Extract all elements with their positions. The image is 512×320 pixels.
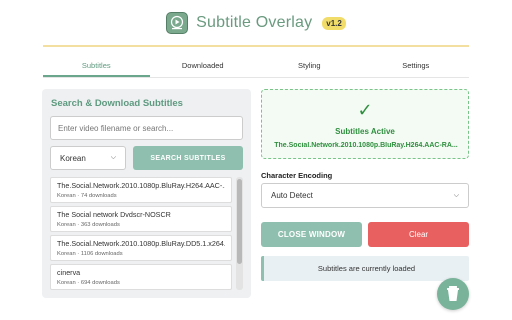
tab-downloaded[interactable]: Downloaded (150, 56, 257, 77)
encoding-select[interactable]: Auto Detect ⌵ (261, 183, 469, 208)
language-value: Korean (60, 153, 86, 163)
list-item[interactable]: cinerva Korean · 694 downloads (50, 264, 232, 290)
clear-button[interactable]: Clear (368, 222, 469, 247)
result-meta: Korean · 74 downloads (57, 193, 117, 199)
search-panel-title: Search & Download Subtitles (51, 98, 183, 109)
tab-settings[interactable]: Settings (363, 56, 470, 77)
search-panel: Search & Download Subtitles Korean ⌵ SEA… (42, 89, 251, 298)
tab-subtitles[interactable]: Subtitles (43, 56, 150, 77)
result-name: cinerva (57, 268, 81, 277)
encoding-value: Auto Detect (271, 191, 313, 200)
status-panel: ✓ Subtitles Active The.Social.Network.20… (261, 89, 469, 159)
app-title: Subtitle Overlay (196, 14, 313, 31)
list-item[interactable]: The Social network Dvdscr-NOSCR Korean ·… (50, 206, 232, 232)
play-subtitle-icon (166, 12, 189, 34)
check-icon: ✓ (357, 100, 373, 120)
coffee-cup-icon[interactable] (437, 278, 469, 310)
result-meta: Korean · 694 downloads (57, 280, 120, 286)
chevron-down-icon: ⌵ (453, 191, 459, 199)
header-divider (43, 45, 469, 47)
encoding-label: Character Encoding (261, 171, 333, 180)
scrollbar-thumb[interactable] (237, 179, 242, 264)
active-subtitle-file: The.Social.Network.2010.1080p.BluRay.H26… (274, 142, 458, 149)
result-name: The.Social.Network.2010.1080p.BluRay.H26… (57, 181, 225, 190)
list-item[interactable]: The.Social.Network.2010.1080p.BluRay.H26… (50, 177, 232, 203)
result-name: The Social network Dvdscr-NOSCR (57, 210, 171, 219)
version-badge: v1.2 (322, 16, 346, 30)
result-name: The.Social.Network.2010.1080p.BluRay.DD5… (57, 239, 225, 248)
result-meta: Korean · 363 downloads (57, 222, 120, 228)
tab-styling[interactable]: Styling (256, 56, 363, 77)
search-input[interactable] (50, 116, 243, 140)
search-subtitles-button[interactable]: SEARCH SUBTITLES (133, 146, 243, 170)
result-meta: Korean · 1106 downloads (57, 251, 123, 257)
language-select[interactable]: Korean ⌵ (50, 146, 126, 170)
results-list: The.Social.Network.2010.1080p.BluRay.H26… (50, 177, 243, 290)
close-window-button[interactable]: CLOSE WINDOW (261, 222, 362, 247)
tab-bar: Subtitles Downloaded Styling Settings (43, 56, 469, 78)
chevron-down-icon: ⌵ (110, 154, 116, 161)
loaded-status-message: Subtitles are currently loaded (261, 256, 469, 281)
list-item[interactable]: The.Social.Network.2010.1080p.BluRay.DD5… (50, 235, 232, 261)
app-header: Subtitle Overlay v1.2 (0, 0, 512, 46)
status-title: Subtitles Active (335, 127, 395, 136)
